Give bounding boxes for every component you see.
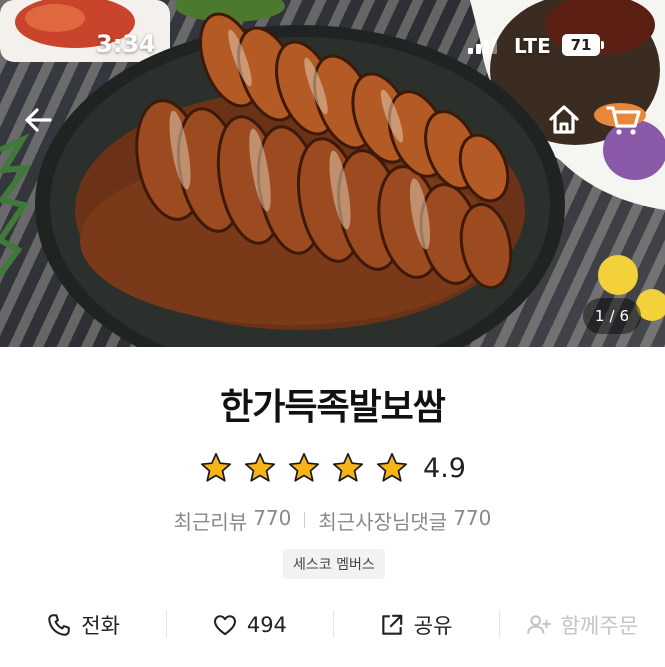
hero-image[interactable]: 3:34 LTE 71 1 / 6 — [0, 0, 665, 347]
star-icon — [332, 452, 364, 482]
page-separator: / — [609, 307, 615, 325]
cesco-members-badge: 세스코 멤버스 — [283, 549, 385, 579]
battery-level: 71 — [570, 36, 592, 54]
group-order-button[interactable]: 함께주문 — [498, 602, 665, 648]
cart-icon — [606, 106, 641, 135]
star-icon — [244, 452, 276, 482]
star-icon — [200, 452, 232, 482]
network-label: LTE — [514, 34, 551, 58]
rating-row[interactable]: 4.9 — [0, 448, 665, 488]
share-icon — [382, 614, 403, 635]
star-rating — [199, 451, 409, 485]
owner-comments-label: 최근사장님댓글 — [318, 509, 448, 534]
recent-reviews[interactable]: 최근리뷰 770 — [174, 506, 292, 535]
recent-reviews-count: 770 — [253, 505, 292, 530]
share-button[interactable]: 공유 — [332, 602, 499, 648]
back-arrow-icon — [25, 108, 52, 132]
heart-icon — [213, 615, 236, 636]
rating-value: 4.9 — [423, 452, 466, 484]
battery-icon: 71 — [562, 34, 604, 56]
owner-comments[interactable]: 최근사장님댓글 770 — [318, 506, 491, 535]
store-name: 한가득족발보쌈 — [220, 387, 446, 428]
share-label: 공유 — [413, 614, 453, 638]
image-page-indicator: 1 / 6 — [583, 298, 641, 334]
star-icon — [376, 452, 408, 482]
like-count: 494 — [246, 613, 287, 637]
signal-icon — [468, 38, 498, 54]
phone-icon — [48, 614, 71, 636]
review-stats: 최근리뷰 770 최근사장님댓글 770 — [0, 504, 665, 536]
status-time: 3:34 — [96, 30, 156, 58]
home-icon — [549, 105, 579, 134]
action-bar: 전화 494 공유 함께주문 — [0, 602, 665, 648]
page-total: 6 — [619, 307, 630, 325]
owner-comments-count: 770 — [453, 505, 492, 530]
back-button[interactable] — [18, 98, 62, 142]
page-current: 1 — [594, 307, 605, 325]
stats-divider — [304, 512, 306, 528]
like-button[interactable]: 494 — [166, 602, 332, 648]
add-person-icon — [526, 615, 551, 634]
group-order-label: 함께주문 — [560, 614, 639, 638]
cart-button[interactable] — [602, 98, 646, 142]
recent-reviews-label: 최근리뷰 — [173, 509, 248, 534]
call-label: 전화 — [81, 614, 120, 638]
status-bar: 3:34 LTE 71 — [0, 0, 665, 90]
star-icon — [288, 452, 320, 482]
home-button[interactable] — [542, 98, 586, 142]
call-button[interactable]: 전화 — [0, 602, 166, 648]
